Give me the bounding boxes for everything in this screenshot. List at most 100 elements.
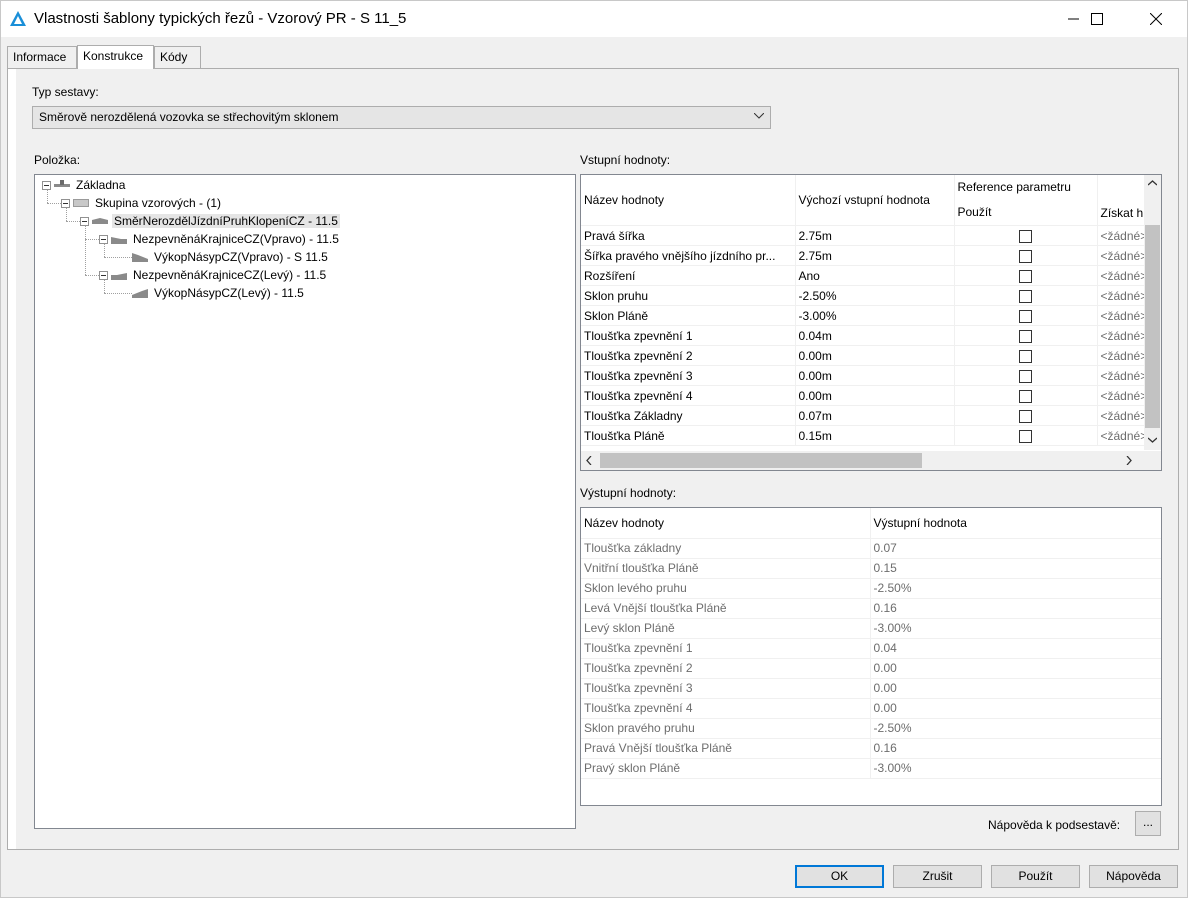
table-row[interactable]: Sklon Pláně -3.00% <žádné> <box>581 305 1161 326</box>
use-checkbox[interactable] <box>1019 289 1032 303</box>
tree-node[interactable]: Základna <box>42 176 127 194</box>
table-row[interactable]: Vnitřní tloušťka Pláně 0.15 <box>581 558 1161 579</box>
col-default-header[interactable]: Výchozí vstupní hodnota <box>795 175 955 226</box>
collapse-icon[interactable] <box>42 180 51 190</box>
table-row[interactable]: Pravá šířka 2.75m <žádné> <box>581 225 1161 246</box>
table-row[interactable]: Tloušťka zpevnění 1 0.04m <žádné> <box>581 325 1161 346</box>
input-values-grid[interactable]: Název hodnoty Výchozí vstupní hodnota Re… <box>580 174 1162 471</box>
value-name-cell[interactable]: Tloušťka zpevnění 4 <box>581 385 796 406</box>
table-row[interactable]: Sklon pravého pruhu -2.50% <box>581 718 1161 739</box>
table-row[interactable]: Sklon levého pruhu -2.50% <box>581 578 1161 599</box>
table-row[interactable]: Tloušťka Základny 0.07m <žádné> <box>581 405 1161 426</box>
table-row[interactable]: Tloušťka Pláně 0.15m <žádné> <box>581 425 1161 446</box>
table-row[interactable]: Levá Vnější tloušťka Pláně 0.16 <box>581 598 1161 619</box>
col-name-header[interactable]: Název hodnoty <box>581 508 871 539</box>
use-cell[interactable] <box>954 285 1098 306</box>
collapse-icon[interactable] <box>61 198 70 208</box>
use-checkbox[interactable] <box>1019 329 1032 343</box>
col-name-header[interactable]: Název hodnoty <box>581 175 796 226</box>
default-value-cell[interactable]: Ano <box>795 265 955 286</box>
use-cell[interactable] <box>954 405 1098 426</box>
table-row[interactable]: Tloušťka zpevnění 2 0.00 <box>581 658 1161 679</box>
col-reference-header[interactable]: Reference parametru Použít <box>954 175 1098 226</box>
use-checkbox[interactable] <box>1019 369 1032 383</box>
use-checkbox[interactable] <box>1019 429 1032 443</box>
close-button[interactable] <box>1133 1 1179 37</box>
table-row[interactable]: Rozšíření Ano <žádné> <box>581 265 1161 286</box>
value-name-cell[interactable]: Sklon pruhu <box>581 285 796 306</box>
use-cell[interactable] <box>954 385 1098 406</box>
tab-informace[interactable]: Informace <box>7 46 77 68</box>
collapse-icon[interactable] <box>99 270 108 280</box>
use-cell[interactable] <box>954 305 1098 326</box>
default-value-cell[interactable]: 0.00m <box>795 385 955 406</box>
collapse-icon[interactable] <box>80 216 89 226</box>
tree-node[interactable]: Skupina vzorových - (1) <box>61 194 223 212</box>
default-value-cell[interactable]: 0.15m <box>795 425 955 446</box>
default-value-cell[interactable]: 0.04m <box>795 325 955 346</box>
table-row[interactable]: Tloušťka zpevnění 4 0.00 <box>581 698 1161 719</box>
scroll-up-icon[interactable] <box>1148 180 1157 186</box>
value-name-cell[interactable]: Pravá šířka <box>581 225 796 246</box>
value-name-cell[interactable]: Tloušťka Základny <box>581 405 796 426</box>
tab-konstrukce[interactable]: Konstrukce <box>77 45 154 69</box>
scroll-thumb[interactable] <box>1145 225 1160 428</box>
use-cell[interactable] <box>954 325 1098 346</box>
value-name-cell[interactable]: Tloušťka zpevnění 1 <box>581 325 796 346</box>
tab-kody[interactable]: Kódy <box>154 46 201 68</box>
assembly-type-select[interactable]: Směrově nerozdělená vozovka se střechovi… <box>32 106 771 129</box>
use-cell[interactable] <box>954 265 1098 286</box>
tree-node[interactable]: SměrNerozdělJízdníPruhKlopeníCZ - 11.5 <box>80 212 340 230</box>
help-button[interactable]: Nápověda <box>1089 865 1178 888</box>
ok-button[interactable]: OK <box>795 865 884 888</box>
table-row[interactable]: Tloušťka zpevnění 3 0.00 <box>581 678 1161 699</box>
use-cell[interactable] <box>954 245 1098 266</box>
maximize-button[interactable] <box>1074 1 1120 37</box>
scroll-right-icon[interactable] <box>1126 456 1132 465</box>
table-row[interactable]: Tloušťka základny 0.07 <box>581 538 1161 559</box>
value-name-cell[interactable]: Tloušťka zpevnění 2 <box>581 345 796 366</box>
table-row[interactable]: Tloušťka zpevnění 2 0.00m <žádné> <box>581 345 1161 366</box>
use-checkbox[interactable] <box>1019 409 1032 423</box>
tree-node[interactable]: VýkopNásypCZ(Vpravo) - S 11.5 <box>132 248 330 266</box>
default-value-cell[interactable]: -2.50% <box>795 285 955 306</box>
value-name-cell[interactable]: Šířka pravého vnějšího jízdního pr... <box>581 245 796 266</box>
table-row[interactable]: Šířka pravého vnějšího jízdního pr... 2.7… <box>581 245 1161 266</box>
table-row[interactable]: Tloušťka zpevnění 1 0.04 <box>581 638 1161 659</box>
vertical-scrollbar[interactable] <box>1144 175 1161 450</box>
item-tree[interactable]: Základna Skupina vzorových - (1) SměrNer… <box>34 174 576 829</box>
table-row[interactable]: Pravý sklon Pláně -3.00% <box>581 758 1161 779</box>
cancel-button[interactable]: Zrušit <box>893 865 982 888</box>
default-value-cell[interactable]: -3.00% <box>795 305 955 326</box>
table-row[interactable]: Tloušťka zpevnění 4 0.00m <žádné> <box>581 385 1161 406</box>
table-row[interactable]: Tloušťka zpevnění 3 0.00m <žádné> <box>581 365 1161 386</box>
use-cell[interactable] <box>954 365 1098 386</box>
output-values-grid[interactable]: Název hodnoty Výstupní hodnota Tloušťka … <box>580 507 1162 806</box>
use-checkbox[interactable] <box>1019 309 1032 323</box>
default-value-cell[interactable]: 0.00m <box>795 365 955 386</box>
scroll-thumb[interactable] <box>600 453 922 468</box>
tree-node[interactable]: NezpevněnáKrajniceCZ(Levý) - 11.5 <box>99 266 328 284</box>
use-cell[interactable] <box>954 225 1098 246</box>
tree-node[interactable]: VýkopNásypCZ(Levý) - 11.5 <box>132 284 306 302</box>
collapse-icon[interactable] <box>99 234 108 244</box>
apply-button[interactable]: Použít <box>991 865 1080 888</box>
default-value-cell[interactable]: 2.75m <box>795 225 955 246</box>
value-name-cell[interactable]: Tloušťka zpevnění 3 <box>581 365 796 386</box>
use-checkbox[interactable] <box>1019 229 1032 243</box>
subassembly-help-button[interactable]: ... <box>1135 811 1161 836</box>
col-output-header[interactable]: Výstupní hodnota <box>870 508 1161 539</box>
value-name-cell[interactable]: Tloušťka Pláně <box>581 425 796 446</box>
use-cell[interactable] <box>954 345 1098 366</box>
use-checkbox[interactable] <box>1019 349 1032 363</box>
use-checkbox[interactable] <box>1019 249 1032 263</box>
table-row[interactable]: Sklon pruhu -2.50% <žádné> <box>581 285 1161 306</box>
table-row[interactable]: Pravá Vnější tloušťka Pláně 0.16 <box>581 738 1161 759</box>
use-cell[interactable] <box>954 425 1098 446</box>
default-value-cell[interactable]: 0.00m <box>795 345 955 366</box>
table-row[interactable]: Levý sklon Pláně -3.00% <box>581 618 1161 639</box>
horizontal-scrollbar[interactable] <box>581 451 1161 470</box>
scroll-down-icon[interactable] <box>1148 437 1157 443</box>
use-checkbox[interactable] <box>1019 269 1032 283</box>
tree-node[interactable]: NezpevněnáKrajniceCZ(Vpravo) - 11.5 <box>99 230 341 248</box>
